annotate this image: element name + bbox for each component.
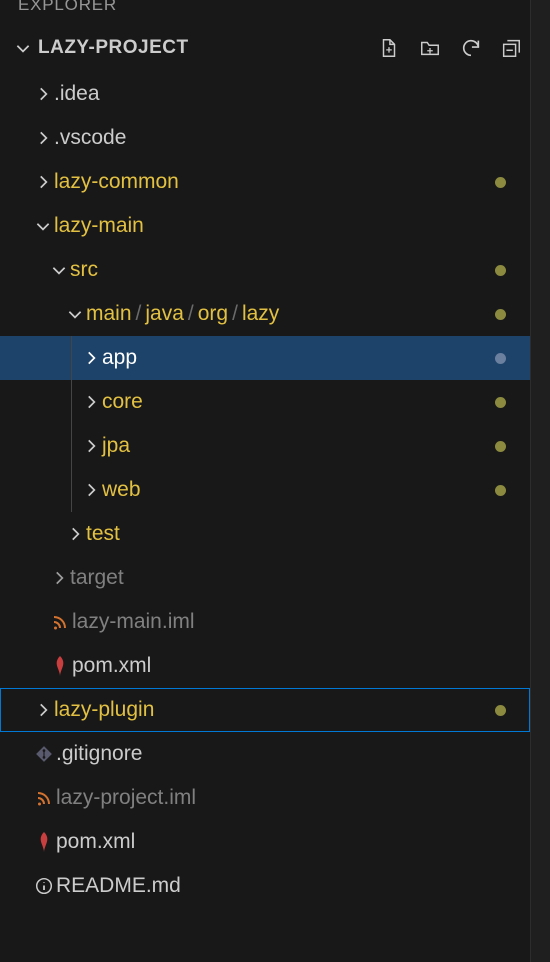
chevron-right-icon <box>80 349 102 367</box>
tree-label: target <box>70 566 518 590</box>
file-lazy-project-iml[interactable]: lazy-project.iml <box>0 776 530 820</box>
file-gitignore[interactable]: .gitignore <box>0 732 530 776</box>
untracked-dot-icon <box>495 353 506 364</box>
rss-file-icon <box>32 790 56 806</box>
tree-label: jpa <box>102 434 495 458</box>
folder-src[interactable]: src <box>0 248 530 292</box>
tree-label: README.md <box>56 874 518 898</box>
tree-label: .idea <box>54 82 518 106</box>
tree-label: lazy-plugin <box>54 698 495 722</box>
tree-label: src <box>70 258 495 282</box>
tree-label: .vscode <box>54 126 518 150</box>
tree-label: lazy-common <box>54 170 495 194</box>
chevron-down-icon <box>32 217 54 235</box>
rss-file-icon <box>48 614 72 630</box>
file-tree: .idea .vscode lazy-common lazy-main src <box>0 72 530 908</box>
folder-core[interactable]: core <box>0 380 530 424</box>
chevron-down-icon <box>14 39 32 57</box>
file-pom-xml-2[interactable]: pom.xml <box>0 820 530 864</box>
folder-vscode[interactable]: .vscode <box>0 116 530 160</box>
panel-title: EXPLORER <box>0 0 530 10</box>
tree-label: lazy-project.iml <box>56 786 518 810</box>
folder-app[interactable]: app <box>0 336 530 380</box>
file-readme[interactable]: README.md <box>0 864 530 908</box>
folder-web[interactable]: web <box>0 468 530 512</box>
tree-label: pom.xml <box>56 830 518 854</box>
chevron-right-icon <box>32 701 54 719</box>
chevron-right-icon <box>32 129 54 147</box>
tree-label: main/java/org/lazy <box>86 302 495 326</box>
path-separator: / <box>184 302 198 325</box>
modified-dot-icon <box>495 309 506 320</box>
project-name: LAZY-PROJECT <box>38 37 189 59</box>
chevron-right-icon <box>32 85 54 103</box>
path-seg: lazy <box>242 302 279 325</box>
new-folder-icon[interactable] <box>418 37 442 59</box>
explorer-panel: EXPLORER LAZY-PROJECT <box>0 0 530 962</box>
project-title: LAZY-PROJECT <box>14 37 378 59</box>
modified-dot-icon <box>495 441 506 452</box>
tree-label: pom.xml <box>72 654 518 678</box>
maven-file-icon <box>48 656 72 676</box>
modified-dot-icon <box>495 265 506 276</box>
path-separator: / <box>132 302 146 325</box>
modified-dot-icon <box>495 397 506 408</box>
tree-label: .gitignore <box>56 742 518 766</box>
collapse-all-icon[interactable] <box>500 37 522 59</box>
file-lazy-main-iml[interactable]: lazy-main.iml <box>0 600 530 644</box>
folder-target[interactable]: target <box>0 556 530 600</box>
folder-jpa[interactable]: jpa <box>0 424 530 468</box>
tree-label: lazy-main.iml <box>72 610 518 634</box>
explorer-label: EXPLORER <box>18 0 117 15</box>
tree-label: core <box>102 390 495 414</box>
project-header[interactable]: LAZY-PROJECT <box>0 30 530 66</box>
modified-dot-icon <box>495 485 506 496</box>
chevron-right-icon <box>64 525 86 543</box>
chevron-right-icon <box>80 393 102 411</box>
chevron-down-icon <box>64 305 86 323</box>
folder-lazy-common[interactable]: lazy-common <box>0 160 530 204</box>
folder-main-java-org-lazy[interactable]: main/java/org/lazy <box>0 292 530 336</box>
maven-file-icon <box>32 832 56 852</box>
tree-label: test <box>86 522 518 546</box>
path-separator: / <box>228 302 242 325</box>
path-seg: main <box>86 302 132 325</box>
folder-test[interactable]: test <box>0 512 530 556</box>
info-file-icon <box>32 877 56 895</box>
chevron-right-icon <box>80 481 102 499</box>
tree-label: web <box>102 478 495 502</box>
refresh-icon[interactable] <box>460 37 482 59</box>
folder-lazy-main[interactable]: lazy-main <box>0 204 530 248</box>
chevron-right-icon <box>32 173 54 191</box>
folder-idea[interactable]: .idea <box>0 72 530 116</box>
modified-dot-icon <box>495 177 506 188</box>
tree-label: lazy-main <box>54 214 518 238</box>
editor-edge <box>530 0 550 962</box>
tree-label: app <box>102 346 495 370</box>
chevron-down-icon <box>48 261 70 279</box>
new-file-icon[interactable] <box>378 37 400 59</box>
chevron-right-icon <box>48 569 70 587</box>
chevron-right-icon <box>80 437 102 455</box>
file-pom-xml-1[interactable]: pom.xml <box>0 644 530 688</box>
header-actions <box>378 37 522 59</box>
path-seg: java <box>145 302 184 325</box>
path-seg: org <box>198 302 228 325</box>
modified-dot-icon <box>495 705 506 716</box>
git-file-icon <box>32 745 56 763</box>
folder-lazy-plugin[interactable]: lazy-plugin <box>0 688 530 732</box>
